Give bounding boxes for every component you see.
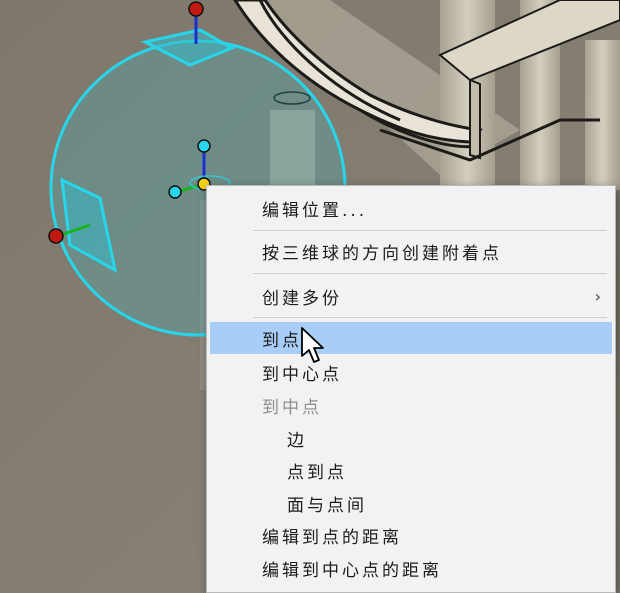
menu-item-label: 创建多份 (262, 288, 342, 309)
menu-item-to-point[interactable]: 到点 (210, 322, 612, 354)
menu-item-label: 到点 (262, 330, 302, 351)
submenu-arrow-icon: › (594, 286, 601, 306)
menu-separator (253, 317, 607, 318)
menu-item-edit-distance-to-center[interactable]: 编辑到中心点的距离 (207, 552, 615, 584)
menu-item-create-copies[interactable]: 创建多份 › (207, 280, 615, 312)
menu-item-point-to-point[interactable]: 点到点 (207, 454, 615, 486)
menu-separator (253, 230, 607, 231)
menu-item-label: 面与点间 (287, 495, 367, 516)
menu-item-edit-position[interactable]: 编辑位置... (207, 192, 615, 224)
menu-item-label: 按三维球的方向创建附着点 (262, 243, 502, 264)
menu-item-edge[interactable]: 边 (207, 422, 615, 454)
menu-item-label: 点到点 (287, 462, 347, 483)
menu-item-to-center-point[interactable]: 到中心点 (207, 356, 615, 388)
top-axis-handle[interactable] (188, 1, 204, 17)
menu-item-to-midpoint: 到中点 (207, 389, 615, 421)
menu-item-label: 编辑到中心点的距离 (262, 560, 442, 581)
mouse-cursor-icon (301, 327, 324, 363)
menu-item-label: 编辑到点的距离 (262, 527, 402, 548)
menu-item-label: 编辑位置... (262, 200, 368, 221)
menu-item-edit-distance-to-point[interactable]: 编辑到点的距离 (207, 519, 615, 551)
menu-item-face-and-point[interactable]: 面与点间 (207, 487, 615, 519)
center-y-handle[interactable] (168, 185, 182, 199)
center-z-handle[interactable] (197, 139, 211, 153)
menu-item-create-attach-point[interactable]: 按三维球的方向创建附着点 (207, 235, 615, 267)
menu-item-label: 到中点 (262, 397, 322, 418)
menu-item-label: 边 (287, 430, 307, 451)
menu-separator (253, 273, 607, 274)
left-axis-handle[interactable] (48, 228, 64, 244)
context-menu: 编辑位置... 按三维球的方向创建附着点 创建多份 › 到点 到中心点 到中点 … (206, 185, 616, 593)
